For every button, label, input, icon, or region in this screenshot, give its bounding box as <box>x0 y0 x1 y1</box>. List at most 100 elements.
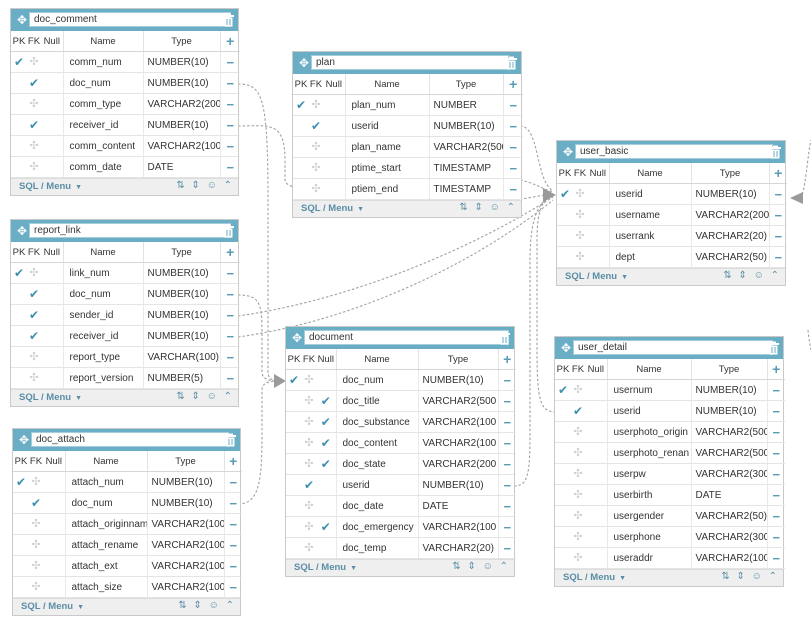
pk-check-icon[interactable]: ✔ <box>560 187 570 201</box>
remove-column-icon[interactable]: − <box>498 411 516 433</box>
move-icon[interactable]: ✣ <box>29 56 38 68</box>
fk-check-icon[interactable]: ✔ <box>29 329 39 343</box>
table-tools[interactable]: ⇅ ⇕ ☺ ⌃ <box>721 571 779 582</box>
table-tools[interactable]: ⇅ ⇕ ☺ ⌃ <box>452 561 510 572</box>
add-column-icon[interactable]: + <box>224 451 242 472</box>
column-name[interactable]: ptiem_end <box>345 178 430 200</box>
remove-column-icon[interactable]: − <box>498 516 516 538</box>
move-icon[interactable]: ✣ <box>29 372 38 384</box>
column-type[interactable]: DATE <box>143 156 221 178</box>
sql-menu-button[interactable]: SQL / Menu ▼ <box>19 392 82 403</box>
column-name[interactable]: comm_type <box>63 93 144 115</box>
add-column-icon[interactable]: + <box>767 359 785 380</box>
move-icon[interactable]: ✣ <box>573 447 582 459</box>
column-type[interactable]: NUMBER(10) <box>143 262 221 284</box>
table-row[interactable]: ✣ useraddr VARCHAR2(100− <box>555 547 785 569</box>
column-name[interactable]: usernum <box>607 379 692 401</box>
table-row[interactable]: ✔ userid NUMBER(10) − <box>286 474 516 496</box>
table-row[interactable]: ✔ userid NUMBER(10) − <box>555 400 785 422</box>
column-type[interactable]: NUMBER(10) <box>143 304 221 326</box>
column-type[interactable]: VARCHAR2(100 <box>418 411 499 433</box>
remove-column-icon[interactable]: − <box>498 495 516 517</box>
add-column-icon[interactable]: + <box>769 163 787 184</box>
remove-column-icon[interactable]: − <box>503 157 523 179</box>
column-name[interactable]: doc_num <box>63 283 144 305</box>
column-name[interactable]: userrank <box>609 225 692 247</box>
column-type[interactable]: TIMESTAMP <box>429 157 504 179</box>
table-row[interactable]: ✣ comm_type VARCHAR2(200− <box>11 93 240 115</box>
table-row[interactable]: ✣ attach_rename VARCHAR2(100− <box>13 534 242 556</box>
column-type[interactable]: NUMBER(10) <box>418 369 499 391</box>
move-icon[interactable]: ✣ <box>573 531 582 543</box>
column-name[interactable]: userpw <box>607 463 692 485</box>
column-type[interactable]: NUMBER(10) <box>147 492 225 514</box>
column-name[interactable]: report_type <box>63 346 144 368</box>
column-name[interactable]: doc_num <box>63 72 144 94</box>
pk-check-icon[interactable]: ✔ <box>558 383 568 397</box>
move-icon[interactable]: ✣ <box>573 489 582 501</box>
table-row[interactable]: ✣ userrank VARCHAR2(20) − <box>557 225 787 247</box>
not-null-check-icon[interactable]: ✔ <box>321 457 331 471</box>
move-icon[interactable]: ✣ <box>573 384 582 396</box>
sql-menu-button[interactable]: SQL / Menu ▼ <box>563 572 626 583</box>
column-type[interactable]: VARCHAR2(300 <box>691 526 768 548</box>
table-row[interactable]: ✔ doc_num NUMBER(10) − <box>13 492 242 514</box>
pk-check-icon[interactable]: ✔ <box>16 475 26 489</box>
table-row[interactable]: ✣ attach_ext VARCHAR2(100− <box>13 555 242 577</box>
table-name-field[interactable]: user_detail <box>573 340 773 355</box>
column-name[interactable]: userbirth <box>607 484 692 506</box>
table-name-field[interactable]: doc_attach <box>31 432 229 447</box>
column-name[interactable]: sender_id <box>63 304 144 326</box>
column-type[interactable]: VARCHAR2(100 <box>418 432 499 454</box>
move-icon[interactable]: ✥ <box>290 331 304 345</box>
remove-column-icon[interactable]: − <box>220 346 240 368</box>
remove-column-icon[interactable]: − <box>503 136 523 158</box>
not-null-check-icon[interactable]: ✔ <box>321 436 331 450</box>
remove-column-icon[interactable]: − <box>503 178 523 200</box>
not-null-check-icon[interactable]: ✔ <box>321 415 331 429</box>
move-icon[interactable]: ✣ <box>31 476 40 488</box>
remove-column-icon[interactable]: − <box>224 576 242 598</box>
table-row[interactable]: ✔ ✣ comm_num NUMBER(10) − <box>11 51 240 73</box>
table-row[interactable]: ✣ attach_originnam VARCHAR2(100− <box>13 513 242 535</box>
column-name[interactable]: userphoto_renan <box>607 442 692 464</box>
fk-check-icon[interactable]: ✔ <box>29 308 39 322</box>
column-type[interactable]: DATE <box>691 484 768 506</box>
fk-check-icon[interactable]: ✔ <box>311 119 321 133</box>
column-type[interactable]: VARCHAR2(500 <box>418 390 499 412</box>
remove-column-icon[interactable]: − <box>220 325 240 347</box>
column-name[interactable]: comm_content <box>63 135 144 157</box>
column-name[interactable]: receiver_id <box>63 325 144 347</box>
table-tools[interactable]: ⇅ ⇕ ☺ ⌃ <box>178 600 236 611</box>
column-type[interactable]: NUMBER(5) <box>143 367 221 389</box>
move-icon[interactable]: ✣ <box>573 552 582 564</box>
column-type[interactable]: TIMESTAMP <box>429 178 504 200</box>
move-icon[interactable]: ✥ <box>17 433 31 447</box>
remove-column-icon[interactable]: − <box>769 183 787 205</box>
column-name[interactable]: usergender <box>607 505 692 527</box>
move-icon[interactable]: ✣ <box>31 518 40 530</box>
fk-check-icon[interactable]: ✔ <box>29 118 39 132</box>
table-row[interactable]: ✣ plan_name VARCHAR2(500− <box>293 136 523 158</box>
remove-column-icon[interactable]: − <box>220 156 240 178</box>
column-name[interactable]: userid <box>607 400 692 422</box>
column-name[interactable]: attach_rename <box>65 534 148 556</box>
table-row[interactable]: ✔ doc_num NUMBER(10) − <box>11 283 240 305</box>
remove-column-icon[interactable]: − <box>224 492 242 514</box>
trash-icon[interactable] <box>505 56 518 70</box>
column-type[interactable]: VARCHAR2(200 <box>418 453 499 475</box>
column-name[interactable]: doc_temp <box>336 537 419 559</box>
remove-column-icon[interactable]: − <box>503 115 523 137</box>
table-row[interactable]: ✣ report_type VARCHAR(100) − <box>11 346 240 368</box>
fk-check-icon[interactable]: ✔ <box>29 76 39 90</box>
table-row[interactable]: ✣ ✔ doc_content VARCHAR2(100− <box>286 432 516 454</box>
column-name[interactable]: receiver_id <box>63 114 144 136</box>
remove-column-icon[interactable]: − <box>503 94 523 116</box>
move-icon[interactable]: ✣ <box>304 458 313 470</box>
sql-menu-button[interactable]: SQL / Menu ▼ <box>301 203 364 214</box>
fk-check-icon[interactable]: ✔ <box>573 404 583 418</box>
remove-column-icon[interactable]: − <box>498 537 516 559</box>
table-row[interactable]: ✣ comm_date DATE − <box>11 156 240 178</box>
remove-column-icon[interactable]: − <box>498 453 516 475</box>
column-name[interactable]: doc_substance <box>336 411 419 433</box>
